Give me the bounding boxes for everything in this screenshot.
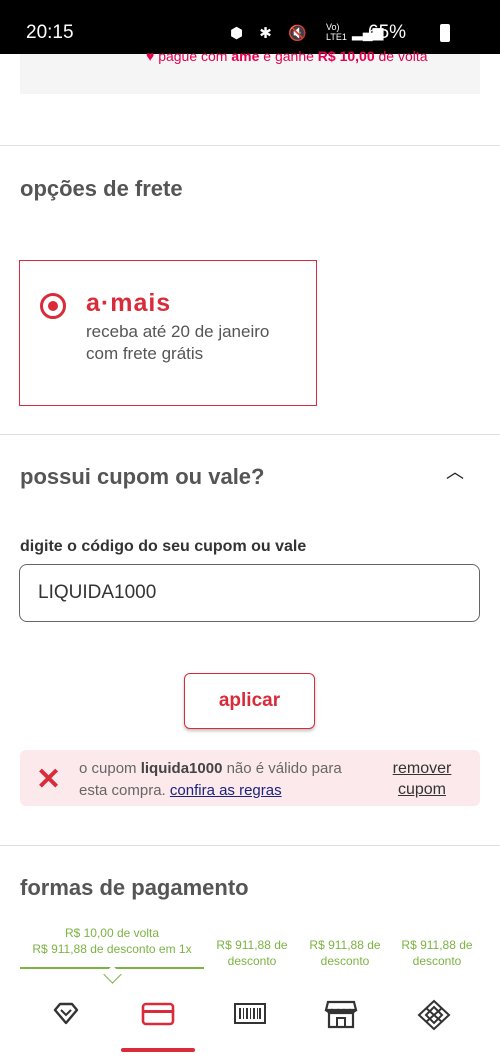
radio-dot (48, 301, 58, 311)
radio-button-selected[interactable] (40, 293, 66, 319)
remove-coupon-link[interactable]: remover cupom (376, 758, 468, 800)
ame-promo-middle: e ganhe (263, 48, 314, 64)
pix-icon[interactable] (414, 999, 454, 1033)
payment-tab-line2: desconto (227, 954, 277, 968)
payment-title: formas de pagamento (20, 875, 249, 900)
error-prefix: o cupom (79, 760, 137, 777)
payment-tab-line2: R$ 911,88 de desconto em 1x (32, 942, 192, 956)
close-icon: ✕ (36, 763, 62, 796)
payment-tabs: R$ 10,00 de volta R$ 911,88 de desconto … (20, 925, 490, 975)
ame-promo-prefix: pague com (158, 48, 228, 64)
payment-tab-boleto[interactable]: R$ 911,88 de desconto (304, 937, 386, 969)
divider (0, 434, 500, 435)
battery-level: 65% (368, 22, 407, 43)
freight-option-text: receba até 20 de janeiro com frete gráti… (86, 321, 306, 365)
ame-promo-text: ♥ pague com ame e ganhe R$ 10,00 de volt… (146, 48, 428, 64)
payment-tab-line2: desconto (320, 954, 370, 968)
divider (0, 145, 500, 146)
freight-title: opções de frete (20, 176, 183, 201)
payment-tab-card[interactable]: R$ 911,88 de desconto (210, 937, 294, 969)
credit-card-icon[interactable] (138, 999, 178, 1033)
freight-delivery-date: receba até 20 de janeiro (86, 322, 270, 341)
payment-tab-line2: desconto (412, 954, 462, 968)
apply-button[interactable]: aplicar (184, 673, 315, 729)
coupon-error-message: ✕ o cupom liquida1000 não é válido para … (20, 750, 480, 806)
remove-coupon-line1: remover (392, 760, 452, 777)
status-time: 20:15 (26, 22, 74, 43)
payment-tab-line1: R$ 911,88 de (401, 938, 473, 952)
chevron-up-icon[interactable]: ︿ (446, 458, 464, 484)
divider (0, 845, 500, 846)
status-bar: 20:15 ⬢ ✱ 🔇 Vo) LTE1 ▂▄▆ 65% (0, 0, 500, 54)
payment-tab-line1: R$ 911,88 de (309, 938, 381, 952)
coupon-field-label: digite o código do seu cupom ou vale (20, 538, 307, 555)
payment-tab-store[interactable]: R$ 911,88 de desconto (396, 937, 478, 969)
status-symbols: ⬢ ✱ 🔇 (230, 25, 313, 42)
ame-promo-suffix: de volta (378, 48, 428, 64)
payment-methods-nav (0, 985, 500, 1056)
ame-promo-amount: R$ 10,00 (317, 48, 375, 64)
signal-label: Vo) LTE1 (326, 22, 347, 42)
remove-coupon-line2: cupom (397, 781, 447, 798)
coupon-input[interactable] (19, 564, 480, 622)
payment-tab-line1: R$ 911,88 de (216, 938, 288, 952)
payment-tab-ame[interactable]: R$ 10,00 de volta R$ 911,88 de desconto … (20, 925, 204, 969)
active-nav-indicator (121, 1048, 195, 1052)
heart-icon: ♥ (146, 48, 155, 64)
payment-tab-line1: R$ 10,00 de volta (64, 926, 160, 940)
ame-icon[interactable] (46, 999, 86, 1033)
freight-option-card[interactable]: a·mais receba até 20 de janeiro com fret… (19, 260, 317, 406)
freight-free-shipping: com frete grátis (86, 344, 204, 363)
store-icon[interactable] (321, 999, 361, 1033)
amais-logo: a·mais (86, 289, 172, 317)
ame-brand: ame (231, 48, 260, 64)
status-icons: ⬢ ✱ 🔇 (230, 24, 313, 42)
error-text: o cupom liquida1000 não é válido para es… (79, 758, 369, 802)
error-coupon-code: liquida1000 (140, 760, 223, 777)
barcode-icon[interactable] (230, 999, 270, 1033)
rules-link[interactable]: confira as regras (170, 782, 282, 799)
battery-icon (440, 24, 450, 42)
coupon-title[interactable]: possui cupom ou vale? (20, 464, 264, 490)
